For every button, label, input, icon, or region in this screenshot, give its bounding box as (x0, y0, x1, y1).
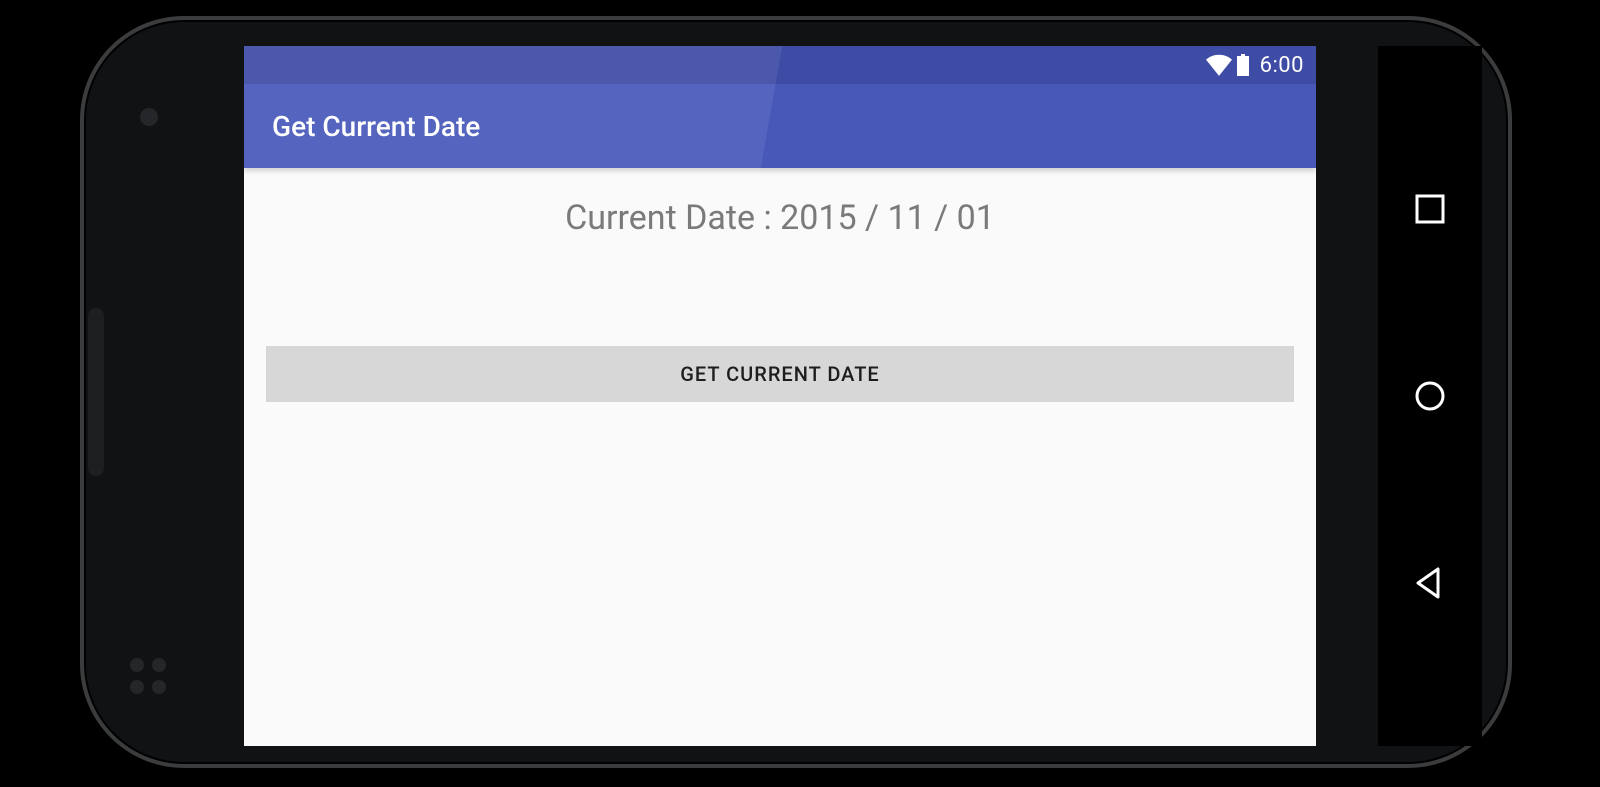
status-bar: 6:00 (244, 46, 1316, 84)
screen: 6:00 Get Current Date Current Date : 201… (244, 46, 1316, 746)
status-time: 6:00 (1260, 53, 1304, 78)
recent-apps-button[interactable] (1412, 191, 1448, 227)
back-button[interactable] (1412, 565, 1448, 601)
system-nav-bar (1378, 46, 1482, 746)
battery-icon (1236, 54, 1250, 76)
sensor-dots (130, 658, 166, 694)
app-title: Get Current Date (272, 110, 480, 143)
earpiece (88, 308, 104, 476)
home-button[interactable] (1412, 378, 1448, 414)
app-bar: Get Current Date (244, 84, 1316, 168)
wifi-icon (1206, 54, 1232, 76)
front-camera (140, 108, 158, 126)
device-frame: 6:00 Get Current Date Current Date : 201… (80, 16, 1512, 768)
current-date-text: Current Date : 2015 / 11 / 01 (266, 198, 1294, 238)
get-current-date-button[interactable]: GET CURRENT DATE (266, 346, 1294, 402)
app-content: Current Date : 2015 / 11 / 01 GET CURREN… (244, 168, 1316, 402)
